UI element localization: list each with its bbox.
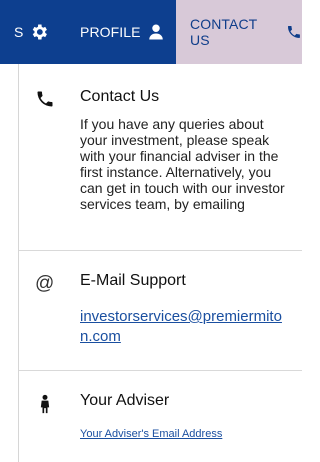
nav-settings[interactable]: S [0, 0, 66, 64]
email-support-link[interactable]: investorservices@premiermiton.com [80, 307, 290, 347]
contact-description: If you have any queries about your inves… [80, 116, 285, 212]
divider [19, 250, 302, 251]
at-sign-icon: @ [35, 273, 55, 294]
phone-icon [288, 26, 301, 38]
nav-contact-us[interactable]: CONTACT US [176, 0, 302, 64]
nav-settings-label: S [14, 24, 24, 40]
adviser-email-link[interactable]: Your Adviser's Email Address [80, 428, 222, 440]
user-icon [148, 24, 163, 40]
nav-profile-label: PROFILE [80, 24, 141, 40]
panel-left-border [18, 64, 19, 462]
person-icon [40, 394, 50, 414]
divider [19, 370, 302, 371]
top-navigation: S PROFILE CONTACT US [0, 0, 302, 64]
phone-icon [37, 91, 53, 107]
nav-contact-label: CONTACT US [190, 16, 258, 48]
contact-heading: Contact Us [80, 88, 160, 105]
email-support-heading: E-Mail Support [80, 272, 186, 289]
adviser-heading: Your Adviser [80, 392, 170, 409]
gear-icon [33, 24, 48, 40]
nav-profile[interactable]: PROFILE [80, 0, 176, 64]
